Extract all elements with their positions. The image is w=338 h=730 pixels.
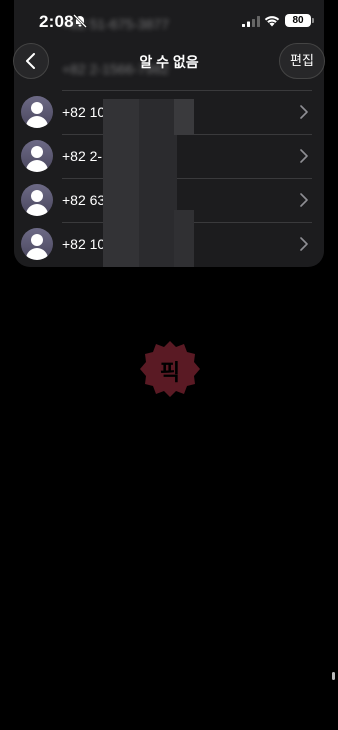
- scroll-indicator: [332, 672, 335, 680]
- status-bar: 2:08 80: [0, 0, 338, 44]
- redaction-block: [103, 99, 143, 267]
- chevron-right-icon: [300, 237, 308, 251]
- redaction-block: [174, 99, 194, 135]
- contact-number: +82 10: [62, 236, 106, 252]
- edit-button[interactable]: 편집: [279, 43, 325, 79]
- contact-number: +82 2-: [62, 148, 103, 164]
- chevron-right-icon: [300, 193, 308, 207]
- watermark-text: 픽: [159, 360, 181, 385]
- avatar: [21, 228, 53, 260]
- contact-number: +82 10: [62, 104, 106, 120]
- cellular-signal-icon: [242, 16, 260, 27]
- redaction-block: [139, 99, 177, 267]
- watermark-logo: 픽: [140, 339, 200, 399]
- screen: +82 51-675-3877 +82 2-1566-7982 +82 10 +…: [0, 0, 338, 730]
- status-time: 2:08: [39, 12, 74, 31]
- wifi-icon: [264, 16, 280, 27]
- battery-nub: [312, 18, 314, 23]
- contact-number: +82 63: [62, 192, 106, 208]
- redaction-block: [174, 210, 194, 267]
- battery-indicator: 80: [285, 14, 311, 27]
- avatar: [21, 96, 53, 128]
- bell-slash-icon: [73, 14, 87, 28]
- divider: [62, 90, 312, 91]
- chevron-right-icon: [300, 149, 308, 163]
- avatar: [21, 140, 53, 172]
- divider: [62, 178, 312, 179]
- chevron-right-icon: [300, 105, 308, 119]
- avatar: [21, 184, 53, 216]
